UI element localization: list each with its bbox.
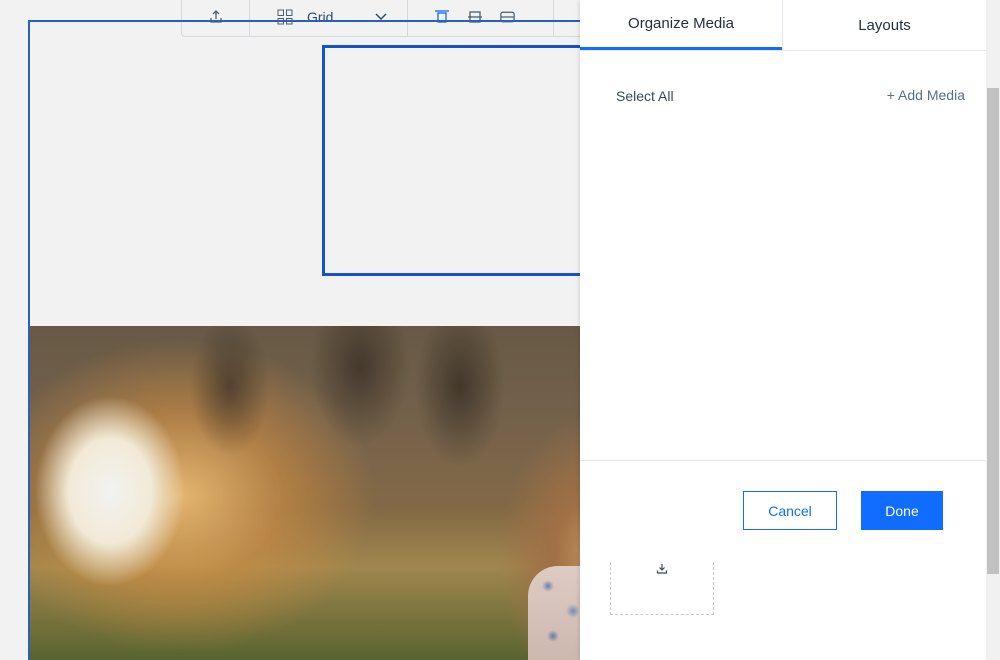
panel-tabs: Organize Media Layouts	[580, 0, 986, 51]
upload-media-tile[interactable]	[610, 562, 714, 615]
done-button[interactable]: Done	[861, 491, 943, 530]
upload-icon	[654, 560, 671, 577]
footer-divider	[580, 460, 986, 461]
tab-organize-media[interactable]: Organize Media	[580, 0, 782, 50]
organize-media-panel: Organize Media Layouts Select All + Add …	[580, 0, 986, 660]
scrollbar-thumb[interactable]	[987, 88, 999, 574]
add-media-link[interactable]: + Add Media	[887, 87, 965, 103]
select-all-link[interactable]: Select All	[616, 88, 674, 104]
cancel-button[interactable]: Cancel	[743, 491, 837, 530]
tab-layouts[interactable]: Layouts	[782, 0, 986, 50]
